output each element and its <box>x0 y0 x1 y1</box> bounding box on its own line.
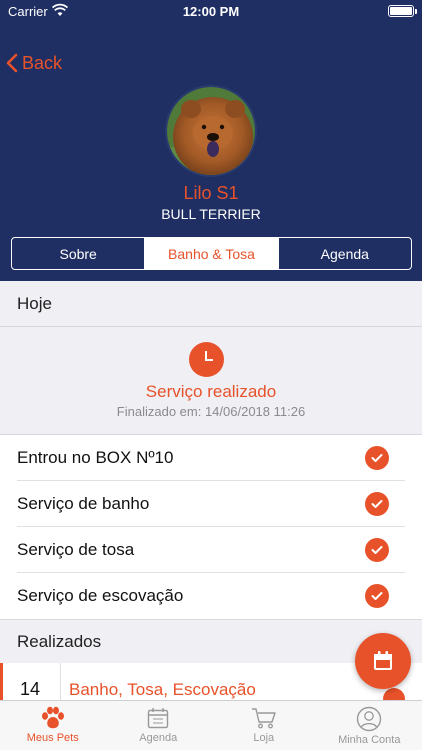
history-day: 14 <box>19 679 41 699</box>
calendar-icon <box>148 708 169 729</box>
checkmark-icon <box>365 584 389 608</box>
tabbar-label: Loja <box>253 732 275 744</box>
service-checklist: Entrou no BOX Nº10 Serviço de banho Serv… <box>0 435 422 619</box>
tabbar-item-meus-pets[interactable]: Meus Pets <box>0 701 106 750</box>
tabbar-label: Minha Conta <box>338 734 401 746</box>
service-finished-time: Finalizado em: 14/06/2018 11:26 <box>116 404 306 419</box>
segmented-control: Sobre Banho & Tosa Agenda <box>11 237 412 270</box>
tab-sobre[interactable]: Sobre <box>12 238 146 269</box>
checklist-item-label: Serviço de banho <box>17 494 150 513</box>
back-button[interactable]: Back <box>6 50 62 76</box>
user-icon <box>357 706 382 732</box>
checklist-item: Serviço de tosa <box>0 527 422 573</box>
pet-header: Carrier 12:00 PM Back Lilo S1 BULL TERRI… <box>0 0 422 281</box>
tabbar-item-agenda[interactable]: Agenda <box>106 701 212 750</box>
pet-name: Lilo S1 <box>183 183 239 203</box>
history-description: Banho, Tosa, Escovação <box>69 680 256 699</box>
checkmark-icon <box>365 446 389 470</box>
clock-icon <box>189 342 224 377</box>
checkmark-icon <box>365 538 389 562</box>
tab-bar: Meus Pets Agenda Loja Minha Conta <box>0 700 422 750</box>
checklist-item-label: Entrou no BOX Nº10 <box>17 448 174 467</box>
checkmark-icon <box>365 492 389 516</box>
status-bar: Carrier 12:00 PM <box>0 0 422 24</box>
section-header-today: Hoje <box>0 281 422 327</box>
history-divider <box>60 663 61 703</box>
back-label: Back <box>22 52 63 73</box>
tabbar-item-minha-conta[interactable]: Minha Conta <box>317 701 422 750</box>
chevron-left-icon <box>6 53 18 73</box>
calendar-icon <box>374 651 392 670</box>
paw-icon <box>41 706 64 729</box>
battery-icon <box>388 5 417 17</box>
checklist-item: Serviço de escovação <box>0 573 422 619</box>
cart-icon <box>251 708 276 729</box>
checklist-item: Entrou no BOX Nº10 <box>0 435 422 481</box>
checklist-item: Serviço de banho <box>0 481 422 527</box>
tabbar-label: Meus Pets <box>26 732 79 744</box>
pet-photo <box>167 87 255 175</box>
clock-time: 12:00 PM <box>182 4 240 19</box>
tabbar-item-loja[interactable]: Loja <box>211 701 317 750</box>
tab-banho-tosa[interactable]: Banho & Tosa <box>145 238 279 269</box>
service-status-title: Serviço realizado <box>145 382 277 401</box>
tab-agenda[interactable]: Agenda <box>279 238 411 269</box>
pet-avatar <box>165 85 257 177</box>
service-status-card: Serviço realizado Finalizado em: 14/06/2… <box>0 327 422 435</box>
schedule-fab-button[interactable] <box>355 633 411 689</box>
tabbar-label: Agenda <box>139 732 178 744</box>
checklist-item-label: Serviço de escovação <box>17 586 184 605</box>
pet-breed: BULL TERRIER <box>161 206 261 222</box>
checklist-item-label: Serviço de tosa <box>17 540 135 559</box>
